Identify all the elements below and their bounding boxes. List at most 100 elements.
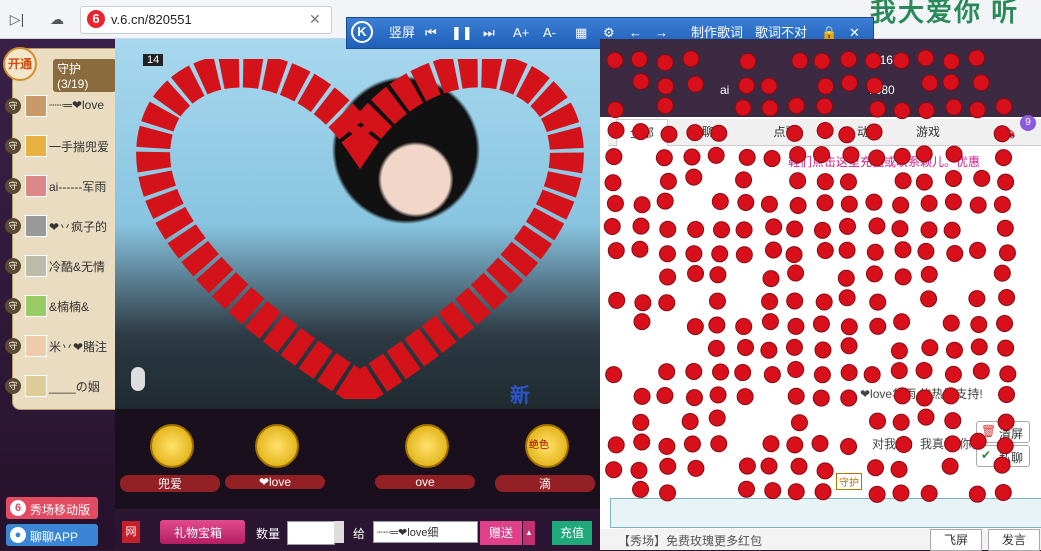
video-stream[interactable]: 14 新 (115, 39, 600, 409)
private-label: 私聊 (999, 449, 1023, 466)
member-name: ____の姻 (49, 378, 100, 395)
send-dropdown-icon[interactable]: ▲ (523, 521, 535, 545)
gift-box-label: 礼物宝箱 (174, 524, 222, 541)
ranking-area: 11165 2 ai 7680 (600, 39, 1041, 117)
member-name: ┈┈═❤love (49, 98, 104, 112)
chat-message: 对我说：我真诚 你会 (872, 435, 983, 452)
quantity-dropdown-icon[interactable] (334, 521, 344, 543)
gift-tag: 绝色 (529, 436, 549, 451)
color-icon[interactable]: ▦ (575, 24, 587, 42)
lyrics-logo-icon[interactable]: K (351, 21, 373, 43)
guard-open-button[interactable]: 开通 (3, 47, 37, 81)
gift-controls: 网 礼物宝箱 数量 给 ┈┈═❤love细 赠送 ▲ 充值 (115, 513, 600, 550)
chat-footer: 【秀场】免费玫瑰更多红包 飞屏 发言 (600, 529, 1041, 550)
rank-row[interactable]: 2 ai 7680 (660, 79, 1040, 103)
member-name: &楠楠& (49, 298, 89, 315)
guard-member[interactable]: 守 一手揣兜爱 (5, 133, 115, 159)
gift-item[interactable]: ❤love (225, 419, 325, 499)
medal-icon (255, 424, 299, 468)
cloud-icon[interactable]: ☁ (46, 9, 68, 29)
guard-member[interactable]: 守 &楠楠& (5, 293, 115, 319)
play-forward-icon[interactable]: ▷| (6, 9, 28, 29)
member-name: ai------军雨 (49, 178, 106, 195)
tab-games[interactable]: 游戏 (903, 119, 953, 145)
quantity-input[interactable] (287, 521, 335, 545)
avatar (25, 295, 47, 317)
guard-member[interactable]: 守 ai------军雨 (5, 173, 115, 199)
url-text: v.6.cn/820551 (111, 12, 192, 27)
guard-member[interactable]: 守 ❤丷疯子的 (5, 213, 115, 239)
guard-member[interactable]: 守 冷酷&无情 (5, 253, 115, 279)
chat-app-button[interactable]: ● 聊聊APP (6, 524, 98, 546)
member-name: 米丷❤賭注 (49, 338, 107, 355)
rank-value: 7680 (868, 83, 895, 97)
gift-item[interactable]: 绝色滴 (495, 419, 595, 499)
site-logo-icon: 6 (87, 10, 105, 28)
gift-box-button[interactable]: 礼物宝箱 (160, 520, 245, 544)
avatar (25, 375, 47, 397)
chat-notice[interactable]: 鞋们点击这里充值或联系颖儿。优惠 (788, 153, 980, 170)
chat-input[interactable] (610, 498, 1041, 528)
gift-name: ❤love (225, 475, 325, 489)
tab-chat[interactable]: 聊 (683, 119, 733, 145)
close-icon[interactable]: ✕ (309, 11, 321, 28)
guard-badge-icon: 守 (5, 178, 21, 194)
medal-icon (150, 424, 194, 468)
gift-toggle-icon[interactable]: 网 (122, 521, 140, 543)
chat-messages: 鞋们点击这里充值或联系颖儿。优惠 ❤love华雨 的热情支持! 对我说：我真诚 … (608, 147, 1041, 497)
tab-songs[interactable]: 点歌 (758, 119, 813, 145)
camera-number: 14 (143, 54, 163, 66)
avatar (25, 255, 47, 277)
send-gift-button[interactable]: 赠送 (480, 521, 522, 545)
previous-icon[interactable]: ⏮ (425, 24, 437, 42)
fly-screen-button[interactable]: 飞屏 (930, 529, 982, 551)
gift-item[interactable]: 兜爱 (120, 419, 220, 499)
gift-name: ove (375, 475, 475, 489)
mobile-version-button[interactable]: 6 秀场移动版 (6, 497, 98, 519)
member-name: 一手揣兜爱 (49, 138, 109, 155)
guard-badge-icon: 守 (5, 378, 21, 394)
banner-text: 我大爱你 听 (870, 0, 1019, 29)
guard-badge-icon: 守 (5, 218, 21, 234)
video-overlay-text: 新 (510, 379, 530, 408)
car-count-badge: 9 (1020, 115, 1036, 131)
tab-all[interactable]: 全部 (616, 119, 668, 146)
pause-icon[interactable]: ❚❚ (451, 24, 473, 42)
guard-badge-icon: 守 (5, 338, 21, 354)
avatar (25, 95, 47, 117)
tab-activity[interactable]: 动 (838, 119, 888, 145)
trash-icon: 🗑 (981, 424, 996, 438)
gift-item[interactable]: ove (375, 419, 475, 499)
microphone-icon[interactable] (131, 367, 145, 391)
medal-icon (405, 424, 449, 468)
promo-link[interactable]: 【秀场】免费玫瑰更多红包 (618, 532, 762, 549)
recipient-select[interactable]: ┈┈═❤love细 (373, 521, 478, 543)
clear-screen-button[interactable]: 🗑 清屏 (976, 421, 1030, 443)
rank-value: 11165 (868, 53, 900, 67)
member-name: ❤丷疯子的 (49, 218, 107, 235)
six-logo-icon: 6 (10, 500, 26, 516)
mobile-version-label: 秀场移动版 (30, 501, 90, 518)
gift-name: 滴 (495, 475, 595, 492)
guard-member[interactable]: 守 米丷❤賭注 (5, 333, 115, 359)
avatar (25, 215, 47, 237)
address-bar[interactable]: 6 v.6.cn/820551 ✕ (80, 6, 332, 34)
recipient-label: 给 (353, 525, 365, 542)
send-message-button[interactable]: 发言 (988, 529, 1040, 551)
guard-member[interactable]: 守 ┈┈═❤love (5, 93, 115, 119)
font-smaller-icon[interactable]: A- (543, 24, 556, 42)
private-chat-button[interactable]: ✔ 私聊 (976, 445, 1030, 467)
guard-member[interactable]: 守 ____の姻 (5, 373, 115, 399)
recharge-button[interactable]: 充值 (552, 521, 592, 545)
portrait-button[interactable]: 竖屏 (389, 24, 415, 42)
rose-heart-frame (125, 59, 595, 399)
font-bigger-icon[interactable]: A+ (513, 24, 529, 42)
avatar (25, 335, 47, 357)
gift-name: 兜爱 (120, 475, 220, 492)
rank-name: ai (720, 83, 729, 97)
clear-label: 清屏 (999, 425, 1023, 442)
next-icon[interactable]: ⏭ (483, 24, 495, 42)
rank-row[interactable]: 11165 (660, 49, 1040, 73)
member-name: 冷酷&无情 (49, 258, 105, 275)
guard-badge-icon: 守 (5, 138, 21, 154)
